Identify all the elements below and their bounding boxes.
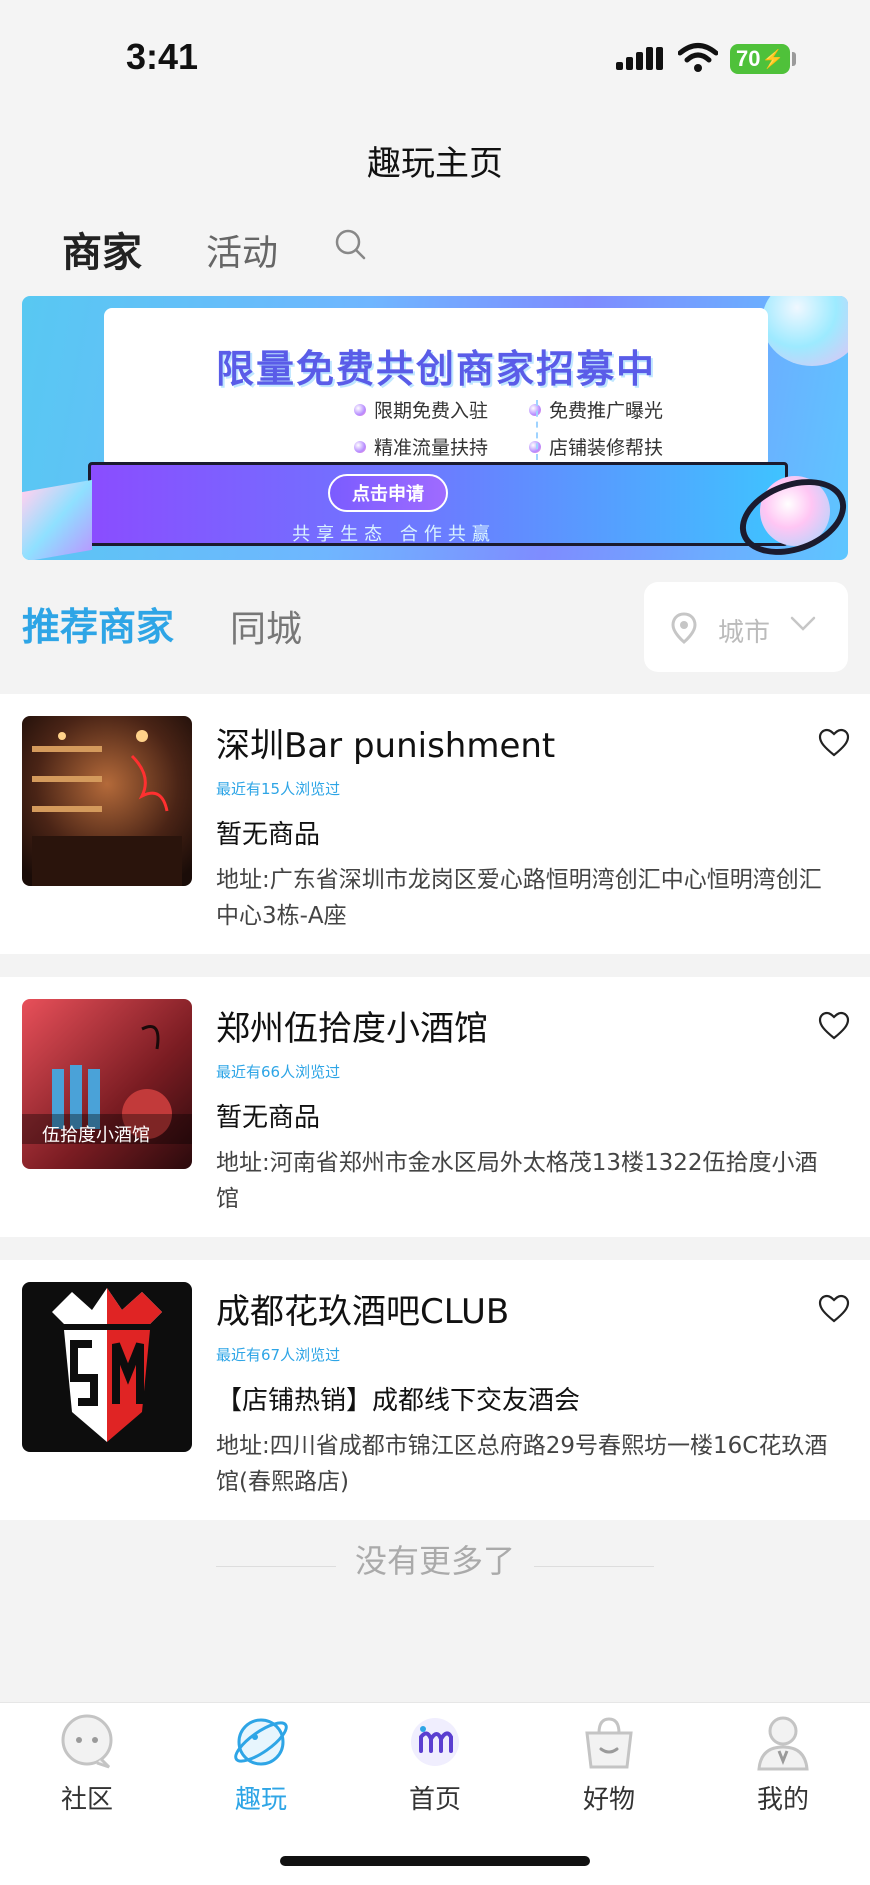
city-select-label: 城市 [718,618,771,648]
banner-card: 限量免费共创商家招募中 限期免费入驻 免费推广曝光 精准流量扶持 店铺装修帮扶 [104,308,768,468]
bullet-icon [529,440,541,453]
status-time: 3:41 [126,36,199,77]
charging-bolt-icon: ⚡ [761,48,784,69]
chat-bubble-icon [61,1714,113,1769]
bullet-icon [354,403,366,416]
banner-point-label: 限期免费入驻 [374,400,489,422]
banner-point: 限期免费入驻 [354,396,509,423]
apply-button[interactable]: 点击申请 [328,474,448,512]
merchant-card[interactable]: 伍拾度小酒馆 郑州伍拾度小酒馆 最近有66人浏览过 暂无商品 地址:河南省郑州市… [0,977,870,1237]
heart-icon[interactable] [818,728,850,762]
bubble-decoration [762,296,848,366]
nav-label: 社区 [60,1785,113,1815]
merchant-card[interactable]: 深圳Bar punishment 最近有15人浏览过 暂无商品 地址:广东省深圳… [0,694,870,954]
chevron-down-icon [790,616,816,636]
no-more-text: 没有更多了 [354,1542,515,1580]
search-icon[interactable] [334,228,368,266]
sm-logo-image [22,1282,192,1452]
merchant-name: 成都花玖酒吧CLUB [216,1292,510,1332]
banner-point-label: 免费推广曝光 [549,400,664,422]
promo-banner[interactable]: 限量免费共创商家招募中 限期免费入驻 免费推广曝光 精准流量扶持 店铺装修帮扶 … [22,296,848,560]
merchant-name: 深圳Bar punishment [216,726,556,766]
wifi-icon [677,42,719,78]
nav-item-community[interactable]: 社区 [27,1713,147,1816]
merchant-thumbnail [22,716,192,886]
merchant-name: 郑州伍拾度小酒馆 [216,1009,488,1049]
heart-icon[interactable] [818,1294,850,1328]
merchant-product: 暂无商品 [216,820,321,850]
merchant-product: 【店铺热销】成都线下交友酒会 [216,1386,581,1416]
merchant-address: 地址:河南省郑州市金水区局外太格茂13楼1322伍拾度小酒馆 [216,1150,818,1212]
merchant-address: 地址:四川省成都市锦江区总府路29号春熙坊一楼16C花玖酒馆(春熙路店) [216,1433,828,1495]
bullet-icon [354,440,366,453]
tab-same-city[interactable]: 同城 [230,600,302,652]
banner-point: 精准流量扶持 [354,433,509,460]
nav-label: 趣玩 [234,1785,287,1815]
nav-label: 首页 [408,1785,461,1815]
merchant-card[interactable]: 成都花玖酒吧CLUB 最近有67人浏览过 【店铺热销】成都线下交友酒会 地址:四… [0,1260,870,1520]
top-tabs: 商家 活动 [0,210,870,290]
tab-merchant[interactable]: 商家 [62,220,142,278]
page-title: 趣玩主页 [367,143,503,184]
merchant-thumbnail: 伍拾度小酒馆 [22,999,192,1169]
merchant-views: 最近有66人浏览过 [216,1063,341,1081]
city-select[interactable]: 城市 [644,582,848,672]
nav-item-goods[interactable]: 好物 [549,1713,669,1816]
location-pin-icon [670,612,698,648]
nav-item-home[interactable]: 首页 [375,1713,495,1816]
battery-indicator: 70 ⚡ [730,44,790,74]
nav-item-fun[interactable]: 趣玩 [201,1713,321,1816]
bullet-icon [529,403,541,416]
merchant-views: 最近有67人浏览过 [216,1346,341,1364]
home-indicator[interactable] [280,1856,590,1866]
banner-point: 店铺装修帮扶 [529,433,684,460]
home-logo-icon [411,1718,459,1766]
heart-icon[interactable] [818,1011,850,1045]
tab-activity[interactable]: 活动 [206,224,278,276]
merchant-address: 地址:广东省深圳市龙岗区爱心路恒明湾创汇中心恒明湾创汇中心3栋-A座 [216,867,822,929]
banner-points: 限期免费入驻 免费推广曝光 精准流量扶持 店铺装修帮扶 [354,396,684,460]
shopping-bag-icon [585,1717,633,1769]
tab-recommended-merchants[interactable]: 推荐商家 [22,596,174,651]
divider-line [534,1566,654,1567]
merchant-views: 最近有15人浏览过 [216,780,341,798]
merchant-product: 暂无商品 [216,1103,321,1133]
battery-level: 70 [736,46,761,71]
status-bar: 3:41 70 ⚡ [0,0,870,110]
nav-label: 好物 [582,1785,635,1815]
merchant-thumbnail [22,1282,192,1452]
banner-divider [536,400,538,460]
page-header: 趣玩主页 [0,110,870,210]
nav-item-me[interactable]: 我的 [723,1713,843,1816]
cube-decoration [22,479,92,560]
banner-headline: 限量免费共创商家招募中 [215,347,656,391]
battery-cap [792,52,796,66]
cellular-signal-icon [616,44,664,78]
user-icon [757,1716,809,1771]
thumbnail-caption: 伍拾度小酒馆 [42,1125,150,1146]
planet-icon [234,1718,288,1766]
banner-slogan: 共享生态 合作共赢 [292,524,496,545]
nav-label: 我的 [756,1785,809,1815]
banner-point-label: 精准流量扶持 [374,437,489,459]
banner-point-label: 店铺装修帮扶 [549,437,664,459]
banner-point: 免费推广曝光 [529,396,684,423]
